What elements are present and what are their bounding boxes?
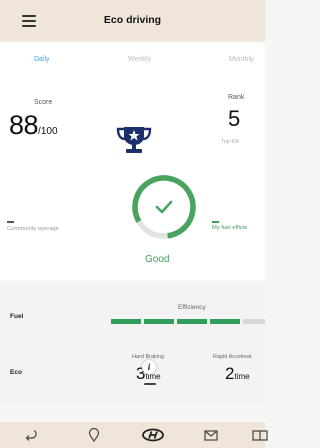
gauge-rating: Good [145, 254, 170, 265]
tab-daily[interactable]: Daily [34, 56, 50, 63]
efficiency-segment [111, 319, 141, 324]
rank-label: Rank [228, 94, 245, 101]
community-average-label: Community average [7, 226, 59, 232]
efficiency-label: Efficiency [178, 304, 206, 311]
my-efficiency-label: My fuel efficie [212, 225, 248, 231]
eco-panel: Eco Hard Braking 3time Rapid Accelerat 2… [0, 345, 265, 405]
score-value: 88/100 [9, 110, 58, 141]
community-average-marker [7, 221, 14, 223]
location-icon[interactable] [86, 427, 102, 443]
page-title: Eco driving [103, 14, 162, 26]
efficiency-segment [210, 319, 240, 324]
score-number: 88 [9, 110, 39, 140]
score-rank-panel: Score 88/100 Rank 5 Top 5% [0, 76, 265, 168]
back-icon[interactable] [23, 427, 39, 443]
brand-logo-icon[interactable] [142, 427, 164, 443]
efficiency-segment [144, 319, 174, 324]
tab-weekly[interactable]: Weekly [128, 56, 151, 63]
book-icon[interactable] [252, 427, 268, 443]
efficiency-segment [177, 319, 207, 324]
fuel-efficiency-gauge-panel: Community average Good My fuel efficie [0, 168, 265, 280]
score-max: /100 [38, 126, 58, 137]
tab-monthly[interactable]: Monthly [229, 56, 254, 63]
info-icon[interactable]: i [142, 360, 156, 374]
score-label: Score [34, 99, 53, 106]
trophy-icon [116, 127, 152, 153]
fuel-label: Fuel [10, 313, 24, 320]
rank-percentile: Top 5% [221, 139, 240, 145]
rank-value: 5 [228, 106, 241, 131]
header-bar: Eco driving [0, 0, 265, 42]
rapid-accel-value: 2time [225, 364, 250, 384]
fuel-panel: Fuel Efficiency [0, 285, 265, 345]
rapid-accel-unit: time [234, 372, 250, 381]
bottom-nav [0, 422, 268, 448]
my-efficiency-marker [212, 221, 219, 223]
efficiency-gauge [132, 175, 196, 239]
rapid-accel-label: Rapid Accelerat [213, 354, 252, 360]
mail-icon[interactable] [203, 427, 219, 443]
drag-handle[interactable] [144, 383, 156, 385]
efficiency-segment [243, 319, 265, 324]
eco-label: Eco [10, 369, 22, 376]
period-tabs: Daily Weekly Monthly [0, 42, 265, 76]
